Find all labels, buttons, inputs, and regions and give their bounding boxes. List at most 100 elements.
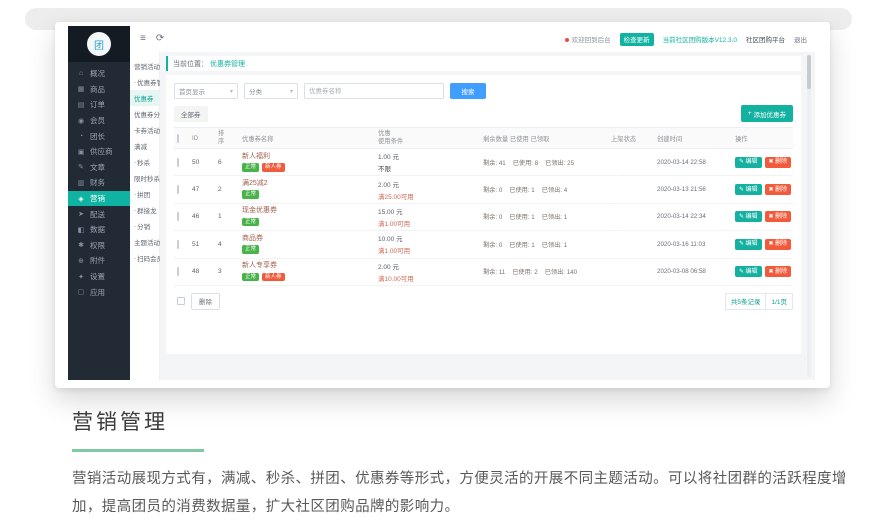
cell-stats: 剩余: 0 已使用: 1 已领出: 4 bbox=[483, 185, 611, 194]
display-select[interactable]: 首页显示 ▾ bbox=[174, 83, 238, 99]
submenu-item[interactable]: 限时秒杀 bbox=[130, 170, 159, 186]
submenu-item[interactable]: - 分销 bbox=[130, 218, 159, 234]
received-count: 已领出: 4 bbox=[542, 185, 567, 194]
cell-actions: ✎ 编辑 ✖ 删除 bbox=[735, 211, 793, 222]
col-sort: 排序 bbox=[218, 130, 242, 146]
leader-icon: ◔ bbox=[77, 133, 85, 140]
submenu-item-label: 满减 bbox=[134, 141, 147, 151]
cross-icon: ✖ bbox=[769, 241, 774, 247]
scrollbar[interactable] bbox=[807, 55, 811, 377]
footer-select-checkbox[interactable] bbox=[177, 297, 185, 305]
sidebar-item-label: 设置 bbox=[90, 271, 105, 282]
submenu-item[interactable]: 营销活动 bbox=[130, 58, 159, 74]
row-checkbox[interactable] bbox=[177, 185, 179, 194]
cell-benefit: 2.00 元 满10.00可用 bbox=[378, 261, 483, 283]
sidebar-item-label: 供应商 bbox=[90, 146, 113, 157]
sidebar-item[interactable]: ▢ 应用 bbox=[68, 284, 130, 300]
logo-avatar[interactable]: 团 bbox=[87, 32, 111, 56]
sidebar-item[interactable]: ⊕ 附件 bbox=[68, 253, 130, 269]
cell-sort: 1 bbox=[218, 213, 242, 220]
coupon-condition: 满1.00可用 bbox=[378, 218, 483, 228]
pencil-icon: ✎ bbox=[739, 187, 744, 193]
sidebar-item[interactable]: ✱ 权限 bbox=[68, 238, 130, 254]
topbar: ≡ ⟳ 欢迎回到后台 检查更新 当前社区团购版本V12.3.0 社区团购平台 退… bbox=[130, 26, 815, 52]
hamburger-icon[interactable]: ≡ bbox=[140, 34, 146, 44]
status-badge: 正常 bbox=[242, 273, 259, 282]
sidebar-item[interactable]: ✎ 文章 bbox=[68, 160, 130, 176]
coupon-name[interactable]: 商品券 bbox=[242, 235, 378, 243]
cell-name: 新人福利 正常 新人券 bbox=[242, 153, 378, 172]
table-row: 47 2 满25减2 正常 bbox=[174, 176, 793, 203]
toggle-knob bbox=[601, 218, 610, 227]
delete-button[interactable]: ✖ 删除 bbox=[765, 211, 792, 222]
sidebar-item[interactable]: ➤ 配送 bbox=[68, 206, 130, 222]
sidebar-item[interactable]: ◔ 团长 bbox=[68, 128, 130, 144]
sidebar-item-label: 应用 bbox=[90, 287, 105, 298]
sidebar-item[interactable]: ▥ 财务 bbox=[68, 175, 130, 191]
cell-created: 2020-03-08 06:58 bbox=[657, 268, 735, 275]
submenu-item[interactable]: - 秒杀 bbox=[130, 154, 159, 170]
edit-button[interactable]: ✎ 编辑 bbox=[735, 266, 762, 277]
batch-delete-button[interactable]: 删除 bbox=[191, 293, 220, 310]
coupon-name[interactable]: 满25减2 bbox=[242, 180, 378, 188]
sidebar-item[interactable]: ▣ 供应商 bbox=[68, 144, 130, 160]
edit-button[interactable]: ✎ 编辑 bbox=[735, 211, 762, 222]
cross-icon: ✖ bbox=[769, 214, 774, 220]
row-checkbox[interactable] bbox=[177, 212, 179, 221]
page-indicator[interactable]: 1/1页 bbox=[766, 293, 793, 310]
sidebar-item[interactable]: ✦ 设置 bbox=[68, 269, 130, 285]
submenu-item[interactable]: 主题活动 bbox=[130, 234, 159, 250]
edit-button[interactable]: ✎ 编辑 bbox=[735, 157, 762, 168]
pencil-icon: ✎ bbox=[739, 159, 744, 165]
used-count: 已使用: 1 bbox=[509, 212, 534, 221]
row-checkbox[interactable] bbox=[177, 158, 179, 167]
row-checkbox[interactable] bbox=[177, 240, 179, 249]
coupon-panel: 首页显示 ▾ 分类 ▾ 搜索 全部券 + bbox=[166, 75, 801, 354]
submenu-item[interactable]: 优惠券 bbox=[130, 90, 159, 106]
refresh-icon[interactable]: ⟳ bbox=[156, 34, 164, 44]
cell-created: 2020-03-16 11:03 bbox=[657, 241, 735, 248]
coupon-name[interactable]: 新人福利 bbox=[242, 153, 378, 161]
breadcrumb-current[interactable]: 优惠券管理 bbox=[210, 59, 245, 69]
sidebar-item[interactable]: ◧ 数据 bbox=[68, 222, 130, 238]
submenu-item[interactable]: - 拼团 bbox=[130, 186, 159, 202]
scrollbar-thumb[interactable] bbox=[807, 55, 811, 89]
cell-stats: 剩余: 11 已使用: 2 已领出: 140 bbox=[483, 267, 611, 276]
home-icon: ⌂ bbox=[77, 70, 85, 77]
delete-button[interactable]: ✖ 删除 bbox=[765, 239, 792, 250]
search-button[interactable]: 搜索 bbox=[450, 83, 486, 99]
logout-link[interactable]: 退出 bbox=[794, 34, 807, 44]
sidebar-item-label: 财务 bbox=[90, 177, 105, 188]
category-select[interactable]: 分类 ▾ bbox=[244, 83, 298, 99]
delete-button[interactable]: ✖ 删除 bbox=[765, 157, 792, 168]
sidebar-item[interactable]: ◉ 会员 bbox=[68, 113, 130, 129]
submenu-item[interactable]: - 群接龙 bbox=[130, 202, 159, 218]
select-all-checkbox[interactable] bbox=[177, 134, 179, 143]
submenu-item[interactable]: 卡券活动 bbox=[130, 122, 159, 138]
delete-button[interactable]: ✖ 删除 bbox=[765, 184, 792, 195]
cell-id: 48 bbox=[192, 268, 218, 275]
delete-button[interactable]: ✖ 删除 bbox=[765, 266, 792, 277]
sidebar-item[interactable]: ▤ 订单 bbox=[68, 97, 130, 113]
members-icon: ◉ bbox=[77, 117, 85, 125]
edit-button[interactable]: ✎ 编辑 bbox=[735, 184, 762, 195]
submenu-item[interactable]: - 优惠券管理 bbox=[130, 74, 159, 90]
used-count: 已使用: 8 bbox=[513, 158, 538, 167]
table-body: 50 6 新人福利 正常 新人券 bbox=[174, 149, 793, 286]
coupon-name[interactable]: 新人专享券 bbox=[242, 262, 378, 270]
collapse-dash-icon: - bbox=[134, 191, 136, 198]
sidebar-item[interactable]: ◈ 营销 bbox=[68, 191, 130, 207]
edit-button[interactable]: ✎ 编辑 bbox=[735, 239, 762, 250]
row-checkbox[interactable] bbox=[177, 267, 179, 276]
coupon-name[interactable]: 现金优惠券 bbox=[242, 207, 378, 215]
submenu-item[interactable]: 满减 bbox=[130, 138, 159, 154]
submenu-item[interactable]: 优惠券分组 bbox=[130, 106, 159, 122]
coupon-name-input[interactable] bbox=[304, 83, 444, 99]
tab-all-coupons[interactable]: 全部券 bbox=[174, 106, 208, 122]
sidebar-item-label: 配送 bbox=[90, 209, 105, 220]
check-update-button[interactable]: 检查更新 bbox=[620, 33, 654, 46]
add-coupon-button[interactable]: + 添加优惠券 bbox=[741, 105, 793, 122]
submenu-item[interactable]: - 扫码会员卡 bbox=[130, 250, 159, 266]
sidebar-item[interactable]: ▦ 商品 bbox=[68, 82, 130, 98]
sidebar-item[interactable]: ⌂ 概况 bbox=[68, 66, 130, 82]
